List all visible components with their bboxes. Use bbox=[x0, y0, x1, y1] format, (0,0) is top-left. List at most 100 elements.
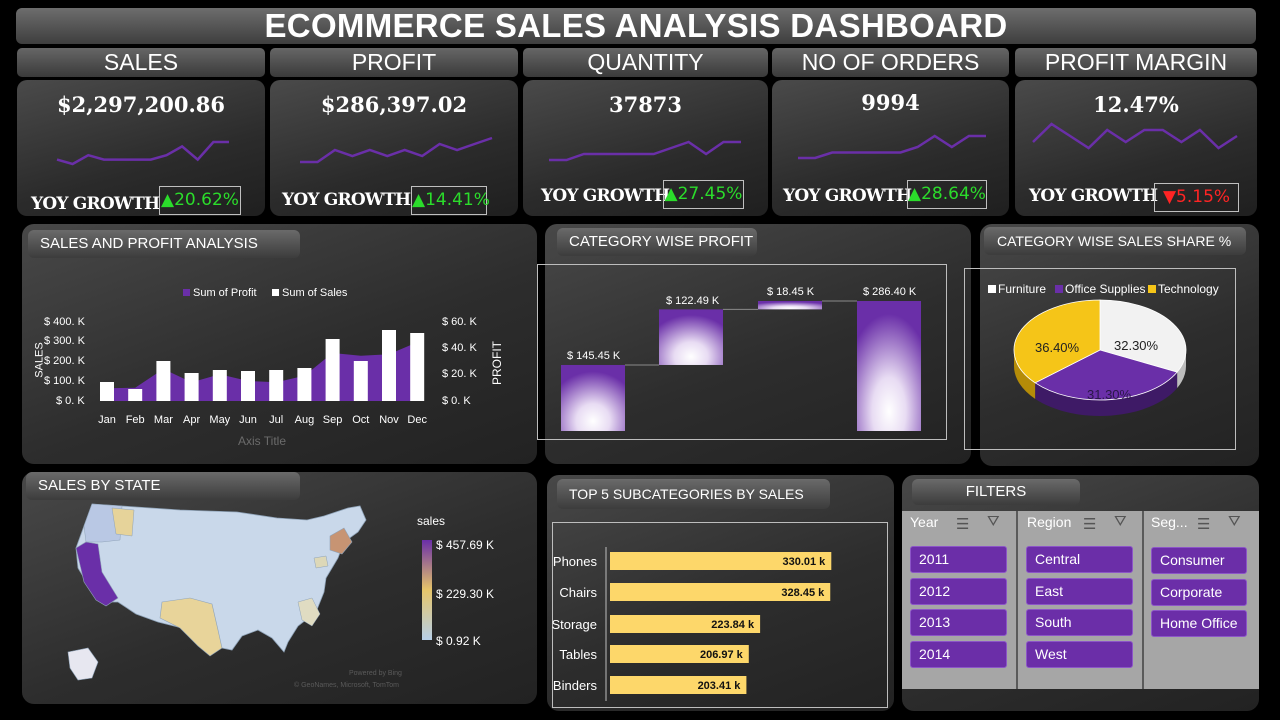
filter-region-title: Region bbox=[1027, 514, 1072, 530]
sales-bar bbox=[212, 370, 227, 401]
profit-area bbox=[107, 342, 418, 401]
waterfall-bar bbox=[857, 301, 921, 431]
category-label: Phones bbox=[553, 554, 598, 569]
scale-tick: $ 0.92 K bbox=[436, 634, 481, 648]
sales-bar bbox=[184, 373, 199, 401]
kpi-header-profit: PROFIT bbox=[270, 48, 518, 77]
filter-region-east[interactable]: East bbox=[1026, 578, 1133, 605]
yoy-label: YOY GROWTH bbox=[282, 190, 411, 210]
kpi-header-sales: SALES bbox=[17, 48, 265, 77]
scale-tick: $ 229.30 K bbox=[436, 587, 495, 601]
sales-bar bbox=[297, 368, 312, 401]
sparkline-line bbox=[300, 136, 493, 164]
sparkline-margin bbox=[1032, 122, 1238, 150]
filter-segment-title: Seg... bbox=[1151, 514, 1188, 530]
sales-by-state-panel: SALES BY STATE sales $ 457.69 K $ 229.30… bbox=[22, 472, 537, 704]
bar-value-label: 328.45 k bbox=[781, 587, 825, 599]
kpi-card-margin: 12.47% YOY GROWTH ▼5.15% bbox=[1015, 80, 1257, 216]
sales-bar bbox=[241, 371, 255, 401]
yoy-badge: ▲28.64% bbox=[907, 180, 987, 209]
sales-bar bbox=[100, 382, 114, 401]
kpi-value: $286,397.02 bbox=[320, 92, 468, 117]
yoy-badge: ▲14.41% bbox=[411, 186, 490, 215]
us-map[interactable] bbox=[62, 502, 382, 702]
month-label: Nov bbox=[379, 414, 399, 426]
section-title: SALES BY STATE bbox=[26, 472, 300, 500]
top-subcategories-panel: TOP 5 SUBCATEGORIES BY SALES 330.01 k Pho… bbox=[547, 475, 894, 711]
sales-bar bbox=[353, 361, 368, 401]
multi-select-icon[interactable]: ☰ bbox=[1197, 515, 1210, 533]
sparkline-profit bbox=[300, 136, 493, 164]
kpi-card-orders: 9994 YOY GROWTH ▲28.64% bbox=[772, 80, 1009, 216]
waterfall-chart bbox=[561, 300, 921, 431]
filter-year-2011[interactable]: 2011 bbox=[910, 546, 1007, 573]
legend-title: sales bbox=[417, 514, 446, 528]
wf-label: $ 18.45 K bbox=[767, 286, 815, 298]
month-label: Jul bbox=[269, 414, 283, 426]
filter-year-2014[interactable]: 2014 bbox=[910, 641, 1007, 668]
category-label: Tables bbox=[559, 647, 597, 662]
category-label: Binders bbox=[553, 678, 598, 693]
filter-year-title: Year bbox=[910, 514, 939, 530]
filter-year-2012[interactable]: 2012 bbox=[910, 578, 1007, 605]
kpi-value: 9994 bbox=[861, 90, 920, 115]
clear-filter-icon[interactable]: ⛛ bbox=[1114, 513, 1127, 530]
wf-label: $ 145.45 K bbox=[567, 350, 621, 362]
filter-region-west[interactable]: West bbox=[1026, 641, 1133, 668]
sales-bar bbox=[156, 361, 171, 401]
category-label: Storage bbox=[551, 617, 597, 632]
waterfall-bar bbox=[659, 309, 723, 365]
divider bbox=[1016, 511, 1018, 689]
category-label: Chairs bbox=[559, 585, 597, 600]
yoy-label: YOY GROWTH bbox=[783, 186, 912, 206]
kpi-value: $2,297,200.86 bbox=[56, 92, 226, 117]
sales-bar bbox=[325, 339, 340, 401]
kpi-card-sales: $2,297,200.86 YOY GROWTH ▲20.62% bbox=[17, 80, 265, 216]
yoy-badge: ▼5.15% bbox=[1154, 183, 1239, 212]
map-credit: © GeoNames, Microsoft, TomTom bbox=[294, 682, 399, 689]
powered-by: Powered by Bing bbox=[349, 670, 402, 677]
month-label: Dec bbox=[407, 414, 427, 426]
sparkline-orders bbox=[798, 134, 986, 160]
yoy-label: YOY GROWTH bbox=[31, 194, 160, 214]
kpi-card-profit: $286,397.02 YOY GROWTH ▲14.41% bbox=[270, 80, 518, 216]
multi-select-icon[interactable]: ☰ bbox=[956, 515, 969, 533]
month-label: Feb bbox=[126, 414, 145, 426]
filter-region-central[interactable]: Central bbox=[1026, 546, 1133, 573]
kpi-value: 12.47% bbox=[1093, 92, 1179, 117]
waterfall-bar bbox=[758, 301, 822, 310]
clear-filter-icon[interactable]: ⛛ bbox=[1228, 513, 1241, 530]
sparkline-line bbox=[549, 140, 741, 162]
month-label: Jan bbox=[98, 414, 116, 426]
filter-region-south[interactable]: South bbox=[1026, 609, 1133, 636]
clear-filter-icon[interactable]: ⛛ bbox=[987, 513, 1000, 530]
kpi-value: 37873 bbox=[608, 92, 683, 117]
month-label: Aug bbox=[295, 414, 315, 426]
section-title: FILTERS bbox=[912, 479, 1080, 505]
waterfall-bar bbox=[561, 364, 625, 431]
pie-label: 36.40% bbox=[1035, 340, 1080, 355]
sparkline-line bbox=[56, 140, 229, 166]
sales-bar bbox=[128, 389, 143, 401]
filter-segment-consumer[interactable]: Consumer bbox=[1151, 547, 1247, 574]
yoy-badge: ▲20.62% bbox=[159, 186, 241, 215]
multi-select-icon[interactable]: ☰ bbox=[1083, 515, 1096, 533]
bar-value-label: 203.41 k bbox=[698, 680, 742, 692]
pie-label: 31.30% bbox=[1087, 387, 1132, 402]
kpi-header-margin: PROFIT MARGIN bbox=[1015, 48, 1257, 77]
filter-segment-home-office[interactable]: Home Office bbox=[1151, 610, 1247, 637]
month-label: May bbox=[209, 414, 230, 426]
kpi-header-orders: NO OF ORDERS bbox=[772, 48, 1009, 77]
sparkline-line bbox=[1032, 122, 1238, 150]
filter-segment-corporate[interactable]: Corporate bbox=[1151, 579, 1247, 606]
bar-value-label: 330.01 k bbox=[782, 556, 826, 568]
sparkline-line bbox=[798, 134, 986, 160]
filter-year-2013[interactable]: 2013 bbox=[910, 609, 1007, 636]
category-profit-panel: CATEGORY WISE PROFIT $ 145.45 K $ 122.49… bbox=[537, 224, 971, 464]
month-label: Mar bbox=[154, 414, 173, 426]
month-label: Apr bbox=[183, 414, 200, 426]
subcategory-bar-chart: 330.01 k Phones 328.45 k Chairs 223.84 k Stor… bbox=[551, 547, 832, 701]
scale-tick: $ 457.69 K bbox=[436, 538, 495, 552]
wf-label: $ 122.49 K bbox=[666, 295, 720, 307]
sales-bar bbox=[410, 333, 425, 401]
